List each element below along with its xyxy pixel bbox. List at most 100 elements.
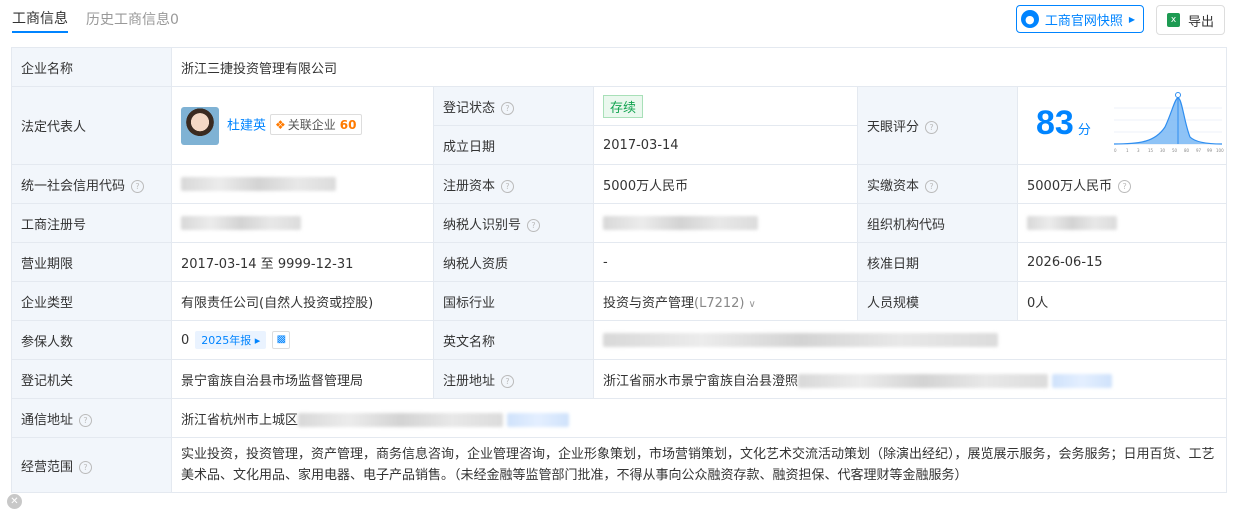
bar-chart-icon[interactable]: ▩ — [272, 331, 291, 350]
authority: 景宁畲族自治县市场监督管理局 — [171, 359, 434, 399]
credit-code-label-text: 统一社会信用代码 — [21, 178, 126, 194]
related-count: 60 — [339, 118, 357, 132]
status-badge: 存续 — [603, 94, 644, 118]
reg-address-label-text: 注册地址 — [443, 373, 496, 389]
scope-label: 经营范围? — [11, 437, 172, 493]
reg-capital-label: 注册资本? — [433, 164, 594, 204]
chevron-down-icon[interactable]: ∨ — [749, 299, 756, 310]
help-icon[interactable]: ? — [79, 460, 93, 474]
english-name — [592, 320, 1228, 360]
mail-address: 浙江省杭州市上城区 — [181, 412, 299, 428]
reg-capital-label-text: 注册资本 — [443, 178, 496, 194]
mail-address-label: 通信地址? — [11, 398, 172, 438]
org-code-label: 组织机构代码 — [857, 203, 1018, 243]
axis-tick: 80 — [1184, 148, 1190, 153]
reg-address-cell: 浙江省丽水市景宁畲族自治县澄照 — [592, 359, 1228, 399]
official-snapshot-button[interactable]: ● 工商官网快照 ▶ — [1015, 5, 1144, 33]
axis-tick: 30 — [1160, 148, 1166, 153]
avatar[interactable] — [181, 106, 219, 145]
excel-icon: x — [1166, 13, 1180, 27]
help-icon[interactable]: ? — [501, 374, 515, 388]
reg-status-cell: 存续 — [593, 86, 858, 126]
taxpayer-qual: - — [593, 242, 858, 282]
score-label-text: 天眼评分 — [867, 120, 920, 135]
taxpayer-id-label-text: 纳税人识别号 — [443, 217, 522, 233]
help-icon[interactable]: ? — [925, 121, 939, 134]
mail-address-label-text: 通信地址 — [21, 412, 74, 428]
axis-tick: 97 — [1196, 148, 1202, 153]
mail-address-cell: 浙江省杭州市上城区 — [170, 398, 1228, 438]
help-icon[interactable]: ? — [1118, 179, 1132, 193]
help-icon[interactable]: ? — [527, 218, 541, 232]
help-icon[interactable]: ? — [925, 179, 939, 193]
insured-label: 参保人数 — [11, 320, 172, 360]
industry-cell[interactable]: 投资与资产管理(L7212) ∨ — [593, 281, 858, 321]
staff-label: 人员规模 — [857, 281, 1018, 321]
paid-capital: 5000万人民币 — [1027, 178, 1113, 194]
term: 2017-03-14 至 9999-12-31 — [171, 242, 434, 282]
taxpayer-qual-label: 纳税人资质 — [433, 242, 594, 282]
annual-report-tag[interactable]: 2025年报 ▸ — [195, 330, 267, 349]
tab-bar: 工商信息 历史工商信息0 — [12, 6, 179, 34]
redacted-value — [798, 374, 1049, 388]
reg-capital: 5000万人民币 — [593, 164, 858, 204]
export-button[interactable]: x 导出 — [1155, 5, 1225, 35]
top-actions: ● 工商官网快照 ▶ x 导出 — [1015, 5, 1225, 35]
related-companies-tag[interactable]: ❖ 关联企业 60 — [270, 114, 362, 135]
industry-code: (L7212) — [694, 295, 745, 311]
redacted-value — [603, 216, 758, 230]
redacted-value — [298, 413, 504, 427]
axis-tick: 15 — [1148, 148, 1154, 153]
found-date: 2017-03-14 — [593, 125, 858, 165]
export-label: 导出 — [1187, 14, 1214, 30]
related-label: 关联企业 — [287, 118, 336, 132]
business-info-table: 企业名称 浙江三捷投资管理有限公司 法定代表人 杜建英 ❖ 关联企业 60 登记状态?… — [11, 47, 1228, 493]
industry-label: 国标行业 — [433, 281, 594, 321]
credit-code — [171, 164, 434, 204]
paid-capital-label-text: 实缴资本 — [867, 178, 920, 194]
axis-tick: 100 — [1216, 148, 1224, 153]
help-icon[interactable]: ? — [501, 101, 515, 115]
redacted-value — [603, 333, 998, 347]
redacted-link[interactable] — [1052, 374, 1113, 388]
help-icon[interactable]: ? — [501, 179, 515, 193]
insured-cell: 0 2025年报 ▸ ▩ — [171, 320, 434, 360]
found-date-label: 成立日期 — [433, 125, 594, 165]
axis-tick: 50 — [1172, 148, 1178, 153]
company-name-label: 企业名称 — [11, 47, 172, 87]
english-name-label: 英文名称 — [433, 320, 594, 360]
axis-tick: 0 — [1114, 148, 1117, 153]
close-icon[interactable]: ✕ — [7, 494, 22, 509]
redacted-link[interactable] — [507, 413, 570, 427]
redacted-value — [181, 216, 301, 230]
reg-status-label: 登记状态? — [433, 86, 594, 126]
company-name: 浙江三捷投资管理有限公司 — [170, 47, 1228, 87]
legal-rep-link[interactable]: 杜建英 — [227, 118, 266, 133]
biz-reg-no-label: 工商注册号 — [11, 203, 172, 243]
term-label: 营业期限 — [11, 242, 172, 282]
biz-reg-no — [171, 203, 434, 243]
score-cell[interactable]: 83 分 0 1 3 15 30 50 80 97 99 100 — [1016, 86, 1228, 165]
user-icon: ● — [1020, 10, 1039, 28]
insured: 0 — [181, 332, 190, 348]
tab-history-info[interactable]: 历史工商信息0 — [86, 8, 179, 32]
business-scope: 实业投资，投资管理，资产管理，商务信息咨询，企业管理咨询，企业形象策划，市场营销… — [170, 437, 1228, 493]
legal-rep-cell: 杜建英 ❖ 关联企业 60 — [171, 86, 434, 165]
type-label: 企业类型 — [11, 281, 172, 321]
score-value: 83 分 — [1036, 103, 1091, 142]
paid-capital-label: 实缴资本? — [857, 164, 1018, 204]
legal-rep-label: 法定代表人 — [11, 86, 172, 165]
industry: 投资与资产管理 — [603, 295, 695, 311]
score-label: 天眼评分? — [857, 86, 1018, 165]
org-code — [1016, 203, 1228, 243]
tab-business-info[interactable]: 工商信息 — [12, 7, 68, 33]
scope-label-text: 经营范围 — [21, 459, 74, 475]
help-icon[interactable]: ? — [131, 179, 145, 193]
redacted-value — [181, 177, 336, 191]
caret-right-icon: ▶ — [1128, 14, 1135, 24]
help-icon[interactable]: ? — [79, 413, 93, 427]
axis-tick: 3 — [1137, 148, 1140, 153]
reg-address-label: 注册地址? — [433, 359, 594, 399]
approve-date-label: 核准日期 — [857, 242, 1018, 282]
company-type: 有限责任公司(自然人投资或控股) — [171, 281, 434, 321]
